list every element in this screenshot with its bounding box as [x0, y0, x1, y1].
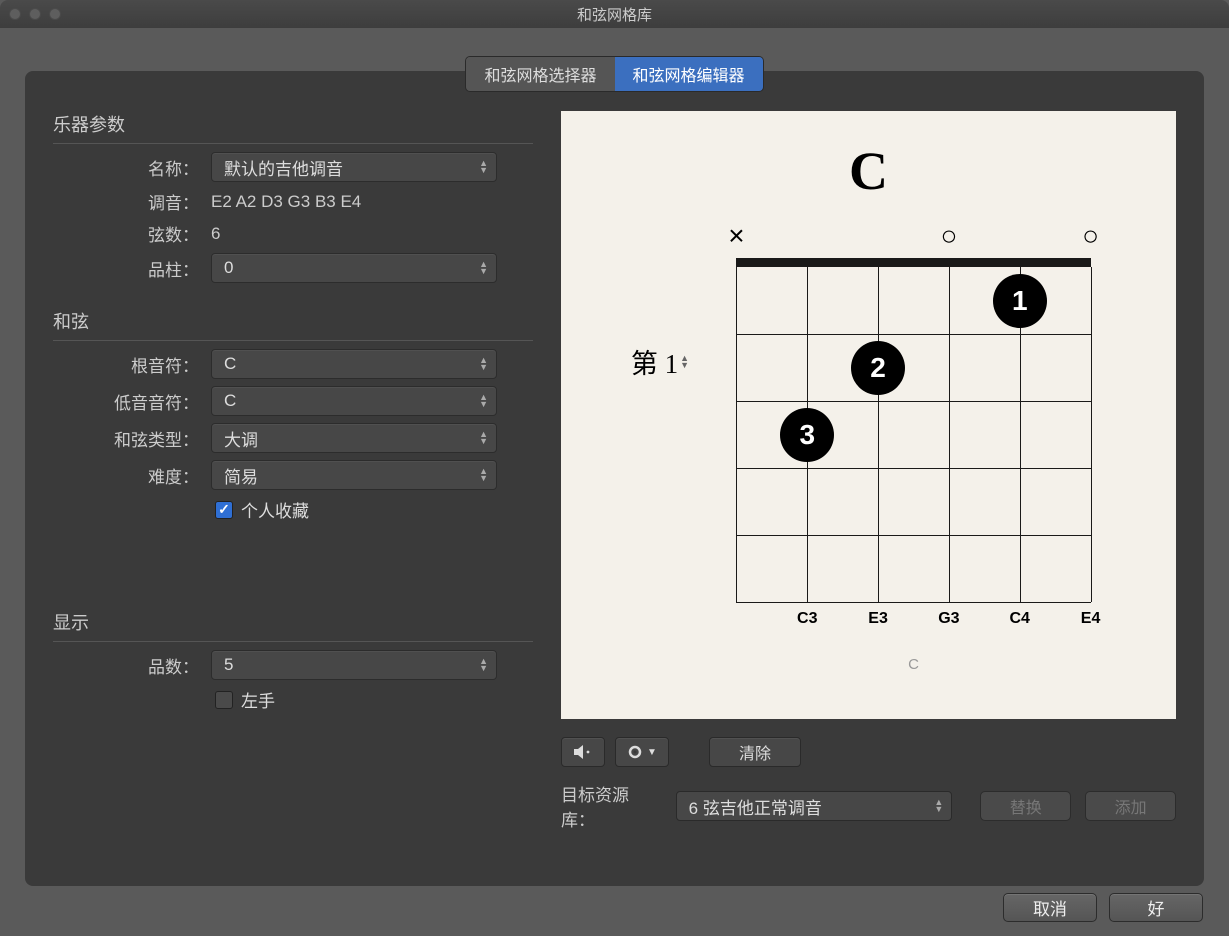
cancel-button[interactable]: 取消 — [1003, 893, 1097, 922]
string-markers: × ○ ○ — [701, 222, 1126, 252]
finger-dot[interactable]: 2 — [851, 341, 905, 395]
clear-button[interactable]: 清除 — [709, 737, 801, 767]
select-name[interactable]: 默认的吉他调音 ▲▼ — [211, 152, 497, 182]
editor-panel: 乐器参数 名称： 默认的吉他调音 ▲▼ 调音： E2 A2 D3 G3 B3 E… — [25, 71, 1204, 886]
chevron-updown-icon: ▲▼ — [479, 658, 488, 672]
fretboard[interactable]: 1 23 — [736, 267, 1090, 602]
chevron-updown-icon: ▲▼ — [479, 431, 488, 445]
note-names: C3 E3 G3 C4 E4 — [701, 610, 1126, 628]
note-2: C4 — [984, 610, 1055, 628]
label-left-hand: 左手 — [241, 687, 275, 712]
label-root: 根音符： — [53, 352, 211, 377]
value-tuning: E2 A2 D3 G3 B3 E4 — [211, 192, 533, 212]
fret-position-label[interactable]: 第 1 ▲▼ — [611, 222, 701, 381]
label-frets: 品数： — [53, 653, 211, 678]
speaker-icon — [573, 744, 593, 760]
section-instrument: 乐器参数 — [53, 111, 533, 144]
finger-dot[interactable]: 3 — [780, 408, 834, 462]
chevron-updown-icon: ▲▼ — [934, 799, 943, 813]
note-1: E4 — [1055, 610, 1126, 628]
select-bass-value: C — [224, 391, 236, 411]
tab-editor[interactable]: 和弦网格编辑器 — [615, 57, 763, 91]
select-bass[interactable]: C ▲▼ — [211, 386, 497, 416]
select-chord-type-value: 大调 — [224, 426, 258, 451]
select-frets[interactable]: 5 ▲▼ — [211, 650, 497, 680]
value-strings: 6 — [211, 224, 533, 244]
window-title: 和弦网格库 — [0, 4, 1229, 25]
section-chord: 和弦 — [53, 308, 533, 341]
action-menu-button[interactable]: ▼ — [615, 737, 669, 767]
chevron-updown-icon: ▲▼ — [680, 355, 689, 369]
marker-string-3: ○ — [913, 222, 984, 252]
marker-string-1: ○ — [1055, 222, 1126, 252]
select-chord-type[interactable]: 大调 ▲▼ — [211, 423, 497, 453]
select-difficulty-value: 简易 — [224, 463, 258, 488]
nut — [736, 258, 1090, 267]
select-capo[interactable]: 0 ▲▼ — [211, 253, 497, 283]
label-favorite: 个人收藏 — [241, 497, 309, 522]
select-difficulty[interactable]: 简易 ▲▼ — [211, 460, 497, 490]
chord-diagram[interactable]: C 第 1 ▲▼ × ○ — [561, 111, 1176, 719]
note-5: C3 — [772, 610, 843, 628]
ok-button[interactable]: 好 — [1109, 893, 1203, 922]
chevron-updown-icon: ▲▼ — [479, 394, 488, 408]
tab-selector[interactable]: 和弦网格选择器 — [466, 57, 614, 91]
titlebar: 和弦网格库 — [0, 0, 1229, 28]
label-tuning: 调音： — [53, 189, 211, 214]
marker-string-4 — [843, 222, 914, 252]
note-6 — [701, 610, 772, 628]
note-3: G3 — [913, 610, 984, 628]
diagram-sub-name: C — [701, 656, 1126, 673]
note-4: E3 — [843, 610, 914, 628]
chevron-updown-icon: ▲▼ — [479, 261, 488, 275]
checkbox-left-hand[interactable] — [215, 691, 233, 709]
label-capo: 品柱： — [53, 256, 211, 281]
chevron-down-icon: ▼ — [647, 747, 657, 758]
select-name-value: 默认的吉他调音 — [224, 155, 343, 180]
replace-button[interactable]: 替换 — [980, 791, 1071, 821]
select-target-value: 6 弦吉他正常调音 — [689, 794, 822, 819]
gear-icon — [627, 744, 643, 760]
chevron-updown-icon: ▲▼ — [479, 160, 488, 174]
label-name: 名称： — [53, 155, 211, 180]
marker-string-2 — [984, 222, 1055, 252]
section-display: 显示 — [53, 609, 533, 642]
select-frets-value: 5 — [224, 655, 233, 675]
diagram-chord-name: C — [611, 140, 1126, 202]
checkbox-favorite[interactable] — [215, 501, 233, 519]
marker-string-6: × — [701, 222, 772, 252]
chevron-updown-icon: ▲▼ — [479, 357, 488, 371]
finger-dot[interactable]: 1 — [993, 274, 1047, 328]
label-chord-type: 和弦类型： — [53, 426, 211, 451]
label-difficulty: 难度： — [53, 463, 211, 488]
select-root[interactable]: C ▲▼ — [211, 349, 497, 379]
label-bass: 低音音符： — [53, 389, 211, 414]
label-target: 目标资源库： — [561, 781, 662, 831]
select-capo-value: 0 — [224, 258, 233, 278]
label-strings: 弦数： — [53, 221, 211, 246]
play-sound-button[interactable] — [561, 737, 605, 767]
marker-string-5 — [772, 222, 843, 252]
tab-switcher: 和弦网格选择器 和弦网格编辑器 — [465, 56, 763, 92]
chevron-updown-icon: ▲▼ — [479, 468, 488, 482]
select-root-value: C — [224, 354, 236, 374]
add-button[interactable]: 添加 — [1085, 791, 1176, 821]
select-target-library[interactable]: 6 弦吉他正常调音 ▲▼ — [676, 791, 953, 821]
